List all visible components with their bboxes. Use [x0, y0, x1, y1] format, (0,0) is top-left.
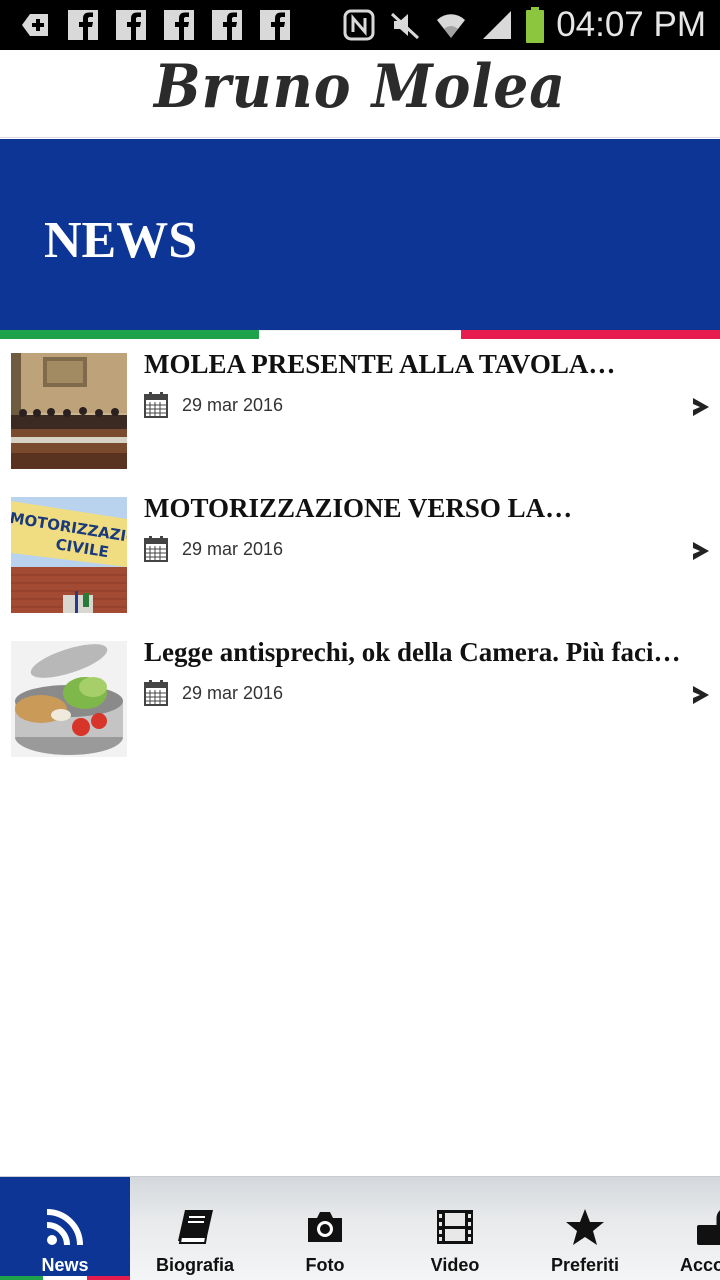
- news-title: MOTORIZZAZIONE VERSO LA…: [144, 493, 573, 523]
- mute-icon: [391, 12, 420, 40]
- news-thumbnail: [11, 353, 127, 469]
- tab-biografia[interactable]: Biografia: [130, 1177, 260, 1280]
- tab-label: Biografia: [155, 1255, 234, 1275]
- wifi-icon: [437, 14, 466, 38]
- italian-flag-stripe: [0, 330, 720, 339]
- battery-icon: [526, 7, 545, 43]
- chevron-right-icon[interactable]: [690, 539, 712, 563]
- calendar-icon: [144, 536, 168, 562]
- tab-label: News: [41, 1255, 89, 1275]
- system-icons: 04:07 PM: [342, 5, 706, 44]
- app-header: Bruno Molea: [0, 50, 720, 138]
- tab-news[interactable]: News: [0, 1177, 130, 1280]
- news-item[interactable]: Legge antisprechi, ok della Camera. Più …: [0, 627, 720, 771]
- star-icon: [566, 1209, 604, 1245]
- film-icon: [437, 1210, 473, 1244]
- tab-video[interactable]: Video: [390, 1177, 520, 1280]
- status-bar: 04:07 PM: [0, 0, 720, 50]
- chevron-right-icon[interactable]: [690, 683, 712, 707]
- news-title: MOLEA PRESENTE ALLA TAVOLA…: [144, 349, 616, 379]
- news-item[interactable]: MOTORIZZAZIO CIVILE MOTORIZZAZIONE VERSO…: [0, 483, 720, 627]
- news-item[interactable]: MOLEA PRESENTE ALLA TAVOLA… 29 mar 2016: [0, 339, 720, 483]
- signal-icon: [483, 11, 512, 39]
- news-date-row: 29 mar 2016: [144, 535, 283, 563]
- news-date: 29 mar 2016: [182, 538, 284, 559]
- logo: Bruno Molea: [154, 52, 566, 122]
- chevron-right-icon[interactable]: [690, 395, 712, 419]
- tab-preferiti[interactable]: Preferiti: [520, 1177, 650, 1280]
- flag-red: [461, 330, 720, 339]
- tab-label: Foto: [305, 1255, 345, 1275]
- bottom-tab-bar: News Biografia Foto Video Preferiti Acco: [0, 1176, 720, 1280]
- news-date-row: 29 mar 2016: [144, 679, 283, 707]
- camera-icon: [308, 1212, 342, 1242]
- book-icon: [178, 1210, 213, 1244]
- flag-white: [259, 330, 461, 339]
- tab-flag-stripe: [0, 1276, 130, 1280]
- tab-label: Video: [430, 1255, 480, 1275]
- facebook-icon: [116, 10, 146, 40]
- page-banner: NEWS: [0, 139, 720, 330]
- news-date: 29 mar 2016: [182, 682, 284, 703]
- news-title: Legge antisprechi, ok della Camera. Più …: [144, 637, 681, 667]
- tab-label: Acco: [680, 1255, 720, 1275]
- news-date-row: 29 mar 2016: [144, 391, 283, 419]
- facebook-icon: [260, 10, 290, 40]
- facebook-icon: [68, 10, 98, 40]
- clock: 04:07 PM: [556, 5, 706, 44]
- page-title: NEWS: [44, 212, 198, 269]
- plus-icon: [22, 14, 48, 36]
- nfc-icon: [343, 9, 375, 41]
- calendar-icon: [144, 392, 168, 418]
- news-thumbnail: MOTORIZZAZIO CIVILE: [11, 497, 127, 613]
- news-thumbnail: [11, 641, 127, 757]
- facebook-icon: [212, 10, 242, 40]
- lock-icon: [697, 1210, 720, 1245]
- calendar-icon: [144, 680, 168, 706]
- news-date: 29 mar 2016: [182, 394, 284, 415]
- facebook-icon: [164, 10, 194, 40]
- tab-account[interactable]: Acco: [650, 1177, 720, 1280]
- rss-icon: [46, 1209, 83, 1246]
- tab-foto[interactable]: Foto: [260, 1177, 390, 1280]
- flag-green: [0, 330, 259, 339]
- tab-label: Preferiti: [550, 1255, 620, 1275]
- notification-icons: [18, 8, 292, 42]
